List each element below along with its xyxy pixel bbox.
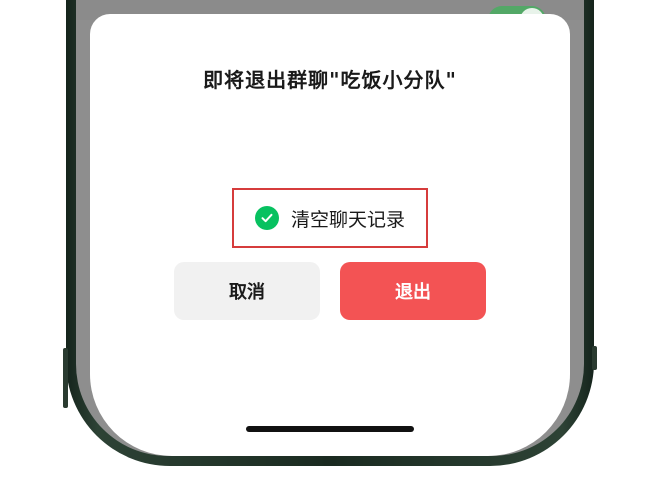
- stage: 即将退出群聊"吃饭小分队" 清空聊天记录 取消 退出: [0, 0, 660, 492]
- checkmark-glyph: [261, 213, 273, 223]
- phone-side-button-left: [63, 348, 68, 408]
- clear-history-label: 清空聊天记录: [290, 208, 405, 231]
- home-indicator[interactable]: [246, 426, 414, 432]
- dialog-title: 即将退出群聊"吃饭小分队": [203, 68, 457, 92]
- exit-button[interactable]: 退出: [340, 262, 486, 320]
- phone-side-button-right: [592, 346, 597, 370]
- cancel-button[interactable]: 取消: [174, 262, 320, 320]
- clear-history-option[interactable]: 清空聊天记录: [232, 188, 428, 248]
- check-circle-icon[interactable]: [254, 206, 279, 230]
